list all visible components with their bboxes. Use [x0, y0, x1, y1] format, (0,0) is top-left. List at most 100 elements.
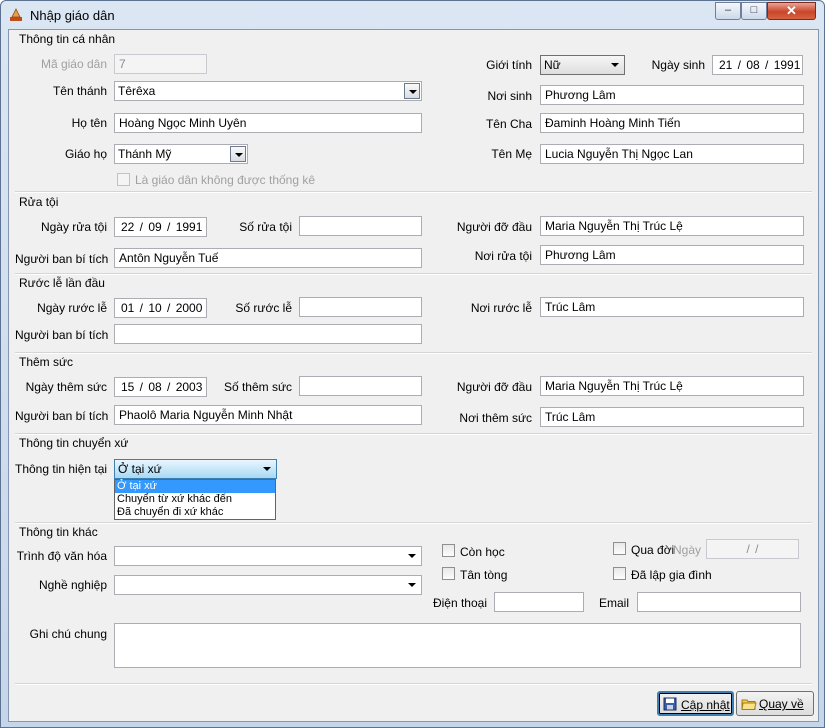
chevron-down-icon[interactable] [404, 577, 420, 593]
ngay-qua-doi-picker: / / [706, 539, 799, 559]
section-them-suc: Thêm sức [19, 355, 74, 369]
nguoi-do-dau-label: Người đỡ đầu [456, 220, 532, 234]
dropdown-option[interactable]: Ở tại xứ [115, 480, 275, 493]
nguoi-do-dau-label: Người đỡ đầu [456, 380, 532, 394]
thong-tin-hien-tai-value: Ở tại xứ [118, 462, 162, 476]
section-rua-toi: Rửa tội [19, 195, 59, 209]
so-rua-toi-label: Số rửa tội [239, 220, 292, 234]
thong-tin-hien-tai-combo[interactable]: Ở tại xứ [114, 459, 277, 479]
dropdown-option[interactable]: Đã chuyển đi xứ khác [115, 506, 275, 519]
nguoi-ban-bi-tich-label: Người ban bí tích [15, 328, 109, 342]
gioi-tinh-combo[interactable]: Nữ [540, 55, 625, 75]
da-lap-gia-dinh-checkbox[interactable] [613, 567, 626, 580]
thong-tin-hien-tai-label: Thông tin hiện tại [15, 462, 108, 476]
main-window: Nhập giáo dân – □ ✕ Thông tin cá nhân Mã… [0, 0, 825, 728]
noi-sinh-label: Nơi sinh [487, 89, 532, 103]
nguoi-do-dau-field[interactable]: Maria Nguyễn Thị Trúc Lệ [540, 376, 804, 396]
so-ruoc-le-label: Số rước lễ [235, 301, 292, 315]
trinh-do-combo[interactable] [114, 546, 422, 566]
divider [15, 191, 812, 193]
section-personal: Thông tin cá nhân [19, 32, 116, 46]
email-field[interactable] [637, 592, 801, 612]
ma-giao-dan-field: 7 [114, 54, 207, 74]
quay-ve-label: Quay về [759, 697, 804, 711]
ten-thanh-combo[interactable]: Têrêxa [114, 81, 422, 101]
nguoi-ban-bi-tich-label: Người ban bí tích [15, 252, 109, 266]
title-bar[interactable]: Nhập giáo dân – □ ✕ [1, 1, 824, 29]
ten-me-field[interactable]: Lucia Nguyễn Thị Ngọc Lan [540, 144, 804, 164]
gioi-tinh-value: Nữ [544, 58, 561, 72]
quay-ve-button[interactable]: Quay về [736, 691, 814, 716]
so-rua-toi-field[interactable] [299, 216, 422, 236]
close-button[interactable]: ✕ [767, 2, 816, 20]
con-hoc-checkbox[interactable] [442, 544, 455, 557]
chevron-down-icon[interactable] [404, 548, 420, 564]
cap-nhat-button[interactable]: Cập nhật [657, 691, 734, 716]
ngay-sinh-label: Ngày sinh [651, 58, 705, 72]
section-thong-tin-khac: Thông tin khác [19, 525, 98, 539]
folder-icon [741, 699, 757, 710]
so-ruoc-le-field[interactable] [299, 297, 422, 317]
section-ruoc-le: Rước lễ lần đầu [19, 276, 105, 290]
giao-ho-label: Giáo họ [64, 147, 107, 161]
minimize-button[interactable]: – [715, 2, 741, 20]
noi-them-suc-label: Nơi thêm sức [459, 411, 532, 425]
tan-tong-label: Tân tòng [460, 568, 508, 582]
ngay-them-suc-label: Ngày thêm sức [25, 380, 107, 394]
nghe-nghiep-label: Nghề nghiệp [38, 578, 107, 592]
so-them-suc-field[interactable] [299, 376, 422, 396]
ten-thanh-value: Têrêxa [118, 84, 156, 98]
chevron-down-icon[interactable] [404, 83, 420, 99]
nguoi-do-dau-field[interactable]: Maria Nguyễn Thị Trúc Lệ [540, 216, 804, 236]
chevron-down-icon[interactable] [607, 57, 623, 73]
noi-them-suc-field[interactable]: Trúc Lâm [540, 407, 804, 427]
noi-ruoc-le-label: Nơi rước lễ [470, 301, 532, 315]
noi-rua-toi-label: Nơi rửa tội [474, 249, 532, 263]
giao-ho-value: Thánh Mỹ [118, 147, 172, 161]
email-label: Email [598, 596, 629, 610]
section-chuyen-xu: Thông tin chuyển xứ [19, 436, 129, 450]
close-icon: ✕ [786, 3, 797, 18]
divider [15, 683, 812, 685]
nghe-nghiep-combo[interactable] [114, 575, 422, 595]
chevron-down-icon[interactable] [259, 461, 275, 477]
dropdown-option[interactable]: Chuyển từ xứ khác đến [115, 493, 275, 506]
ho-ten-label: Họ tên [71, 116, 107, 130]
con-hoc-label: Còn học [460, 545, 505, 559]
giao-ho-combo[interactable]: Thánh Mỹ [114, 144, 248, 164]
ngay-sinh-picker[interactable]: 21 / 08 / 1991 [712, 55, 803, 75]
ngay-rua-toi-label: Ngày rửa tội [40, 220, 107, 234]
save-icon [663, 697, 677, 711]
noi-sinh-field[interactable]: Phương Lâm [540, 85, 804, 105]
tan-tong-checkbox[interactable] [442, 567, 455, 580]
noi-ruoc-le-field[interactable]: Trúc Lâm [540, 297, 804, 317]
ten-me-label: Tên Mẹ [491, 147, 532, 161]
form-body: Thông tin cá nhân Mã giáo dân 7 Tên thán… [8, 29, 819, 722]
trinh-do-label: Trình độ văn hóa [16, 549, 107, 563]
nguoi-ban-bi-tich-field[interactable]: Antôn Nguyễn Tuế [114, 248, 422, 268]
ngay-them-suc-picker[interactable]: 15 / 08 / 2003 [114, 377, 207, 397]
ten-cha-field[interactable]: Đaminh Hoàng Minh Tiến [540, 113, 804, 133]
chevron-down-icon[interactable] [230, 146, 246, 162]
ghi-chu-field[interactable] [114, 623, 801, 668]
nguoi-ban-bi-tich-field[interactable] [114, 324, 422, 344]
dien-thoai-field[interactable] [494, 592, 584, 612]
qua-doi-checkbox[interactable] [613, 542, 626, 555]
nguoi-ban-bi-tich-field[interactable]: Phaolô Maria Nguyễn Minh Nhật [114, 405, 422, 425]
ma-giao-dan-label: Mã giáo dân [40, 57, 107, 71]
cap-nhat-label: Cập nhật [681, 698, 730, 712]
noi-rua-toi-field[interactable]: Phương Lâm [540, 245, 804, 265]
minimize-icon: – [724, 4, 732, 16]
ngay-rua-toi-picker[interactable]: 22 / 09 / 1991 [114, 217, 207, 237]
ho-ten-field[interactable]: Hoàng Ngọc Minh Uyên [114, 113, 422, 133]
ghi-chu-label: Ghi chú chung [29, 627, 107, 641]
maximize-button[interactable]: □ [741, 2, 767, 20]
chuyen-xu-dropdown-list[interactable]: Ở tại xứ Chuyển từ xứ khác đến Đã chuyển… [114, 479, 276, 520]
maximize-icon: □ [750, 4, 758, 16]
ngay-label: Ngày [673, 543, 702, 557]
ngay-ruoc-le-picker[interactable]: 01 / 10 / 2000 [114, 298, 207, 318]
so-them-suc-label: Số thêm sức [223, 380, 292, 394]
divider [15, 352, 812, 354]
divider [15, 273, 812, 275]
divider [15, 522, 812, 524]
